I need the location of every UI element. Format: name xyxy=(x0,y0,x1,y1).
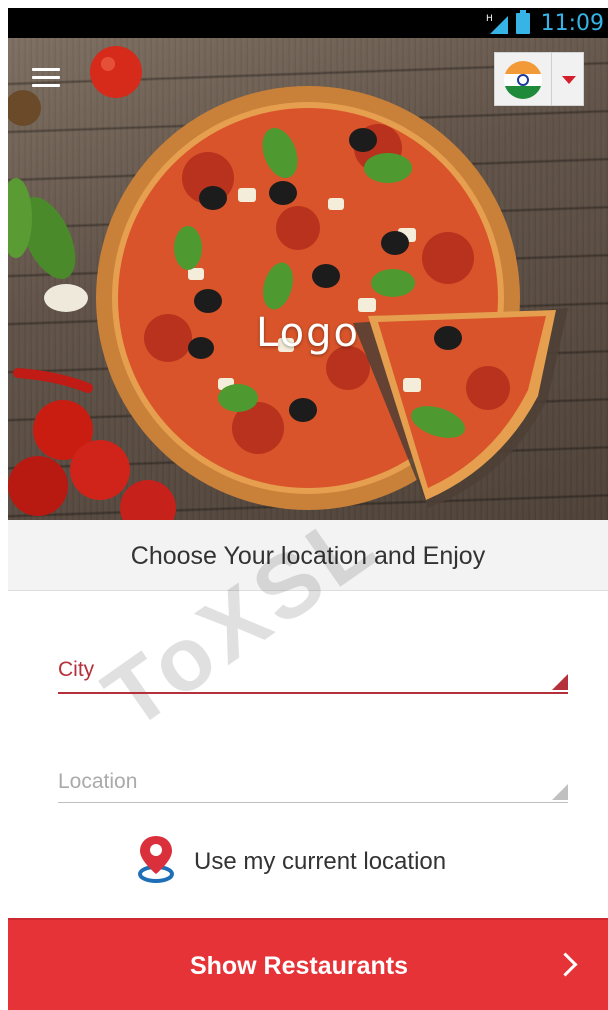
status-bar: H 11:09 xyxy=(8,8,608,38)
caret-down-icon xyxy=(562,76,576,84)
use-current-location-button[interactable]: Use my current location xyxy=(136,834,496,890)
hero-banner: Logo xyxy=(8,38,608,520)
app-screen: H 11:09 Logo Choose Your location and En… xyxy=(8,8,608,1010)
show-restaurants-label: Show Restaurants xyxy=(189,952,409,980)
dropdown-corner-icon xyxy=(552,784,568,800)
location-prompt-bar: Choose Your location and Enjoy xyxy=(8,520,608,591)
use-current-location-label: Use my current location xyxy=(194,848,447,875)
location-dropdown[interactable]: Location xyxy=(58,760,568,803)
hamburger-menu-icon[interactable] xyxy=(32,68,60,88)
location-pin-icon xyxy=(138,836,174,883)
pizza-illustration xyxy=(8,46,568,520)
country-selector[interactable] xyxy=(494,52,584,106)
battery-icon xyxy=(516,10,530,34)
app-logo: Logo xyxy=(256,310,360,356)
show-restaurants-button[interactable]: Show Restaurants xyxy=(8,918,608,1010)
signal-icon: H xyxy=(486,14,508,34)
location-placeholder: Location xyxy=(58,770,138,793)
city-label: City xyxy=(58,658,95,681)
location-prompt: Choose Your location and Enjoy xyxy=(130,542,486,570)
city-dropdown[interactable]: City xyxy=(58,648,568,694)
status-time: 11:09 xyxy=(540,11,604,36)
india-flag-icon xyxy=(504,61,542,99)
dropdown-corner-icon xyxy=(552,674,568,690)
network-type: H xyxy=(486,14,493,24)
